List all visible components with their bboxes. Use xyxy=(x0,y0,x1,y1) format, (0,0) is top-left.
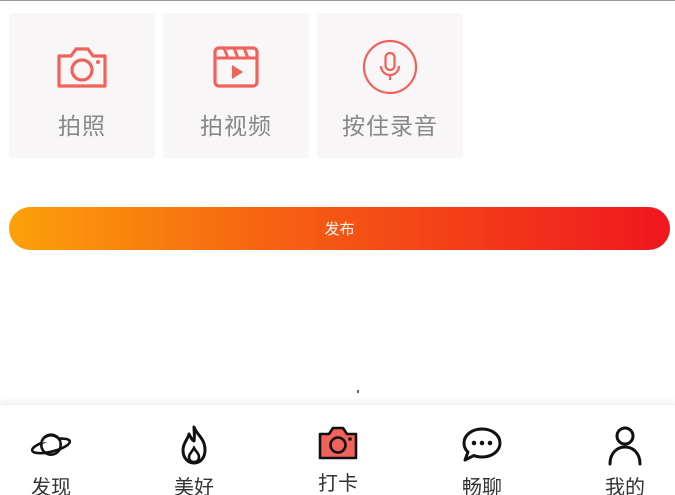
tab-checkin-label: 打卡 xyxy=(318,471,358,495)
video-clapper-icon xyxy=(208,39,264,95)
user-icon xyxy=(603,425,647,466)
camera-icon xyxy=(54,39,110,95)
planet-icon xyxy=(29,425,73,465)
record-video-button[interactable]: 拍视频 xyxy=(163,13,309,158)
tab-me-label: 我的 xyxy=(605,475,645,495)
hold-to-record-label: 按住录音 xyxy=(342,114,438,140)
tab-discover-label: 发现 xyxy=(31,475,71,495)
record-video-label: 拍视频 xyxy=(200,114,272,140)
top-divider xyxy=(0,0,675,1)
publish-button[interactable]: 发布 xyxy=(9,207,670,250)
take-photo-label: 拍照 xyxy=(58,114,106,140)
tab-chat[interactable]: 畅聊 xyxy=(422,405,542,495)
bottom-tab-bar: 发现 美好 打卡 畅聊 我的 xyxy=(0,404,675,495)
camera-icon xyxy=(316,425,360,461)
tab-discover[interactable]: 发现 xyxy=(0,405,111,495)
tab-beauty-label: 美好 xyxy=(174,475,214,495)
chat-bubble-icon xyxy=(460,425,504,465)
hold-to-record-button[interactable]: 按住录音 xyxy=(317,13,463,158)
tab-chat-label: 畅聊 xyxy=(462,475,502,495)
microphone-icon xyxy=(362,39,418,95)
take-photo-button[interactable]: 拍照 xyxy=(9,13,155,158)
flame-icon xyxy=(172,425,216,465)
tab-beauty[interactable]: 美好 xyxy=(134,405,254,495)
tab-checkin[interactable]: 打卡 xyxy=(278,405,398,495)
tab-me[interactable]: 我的 xyxy=(565,405,675,495)
media-actions: 拍照 拍视频 按住录音 xyxy=(9,13,463,158)
scroll-indicator xyxy=(357,390,359,393)
